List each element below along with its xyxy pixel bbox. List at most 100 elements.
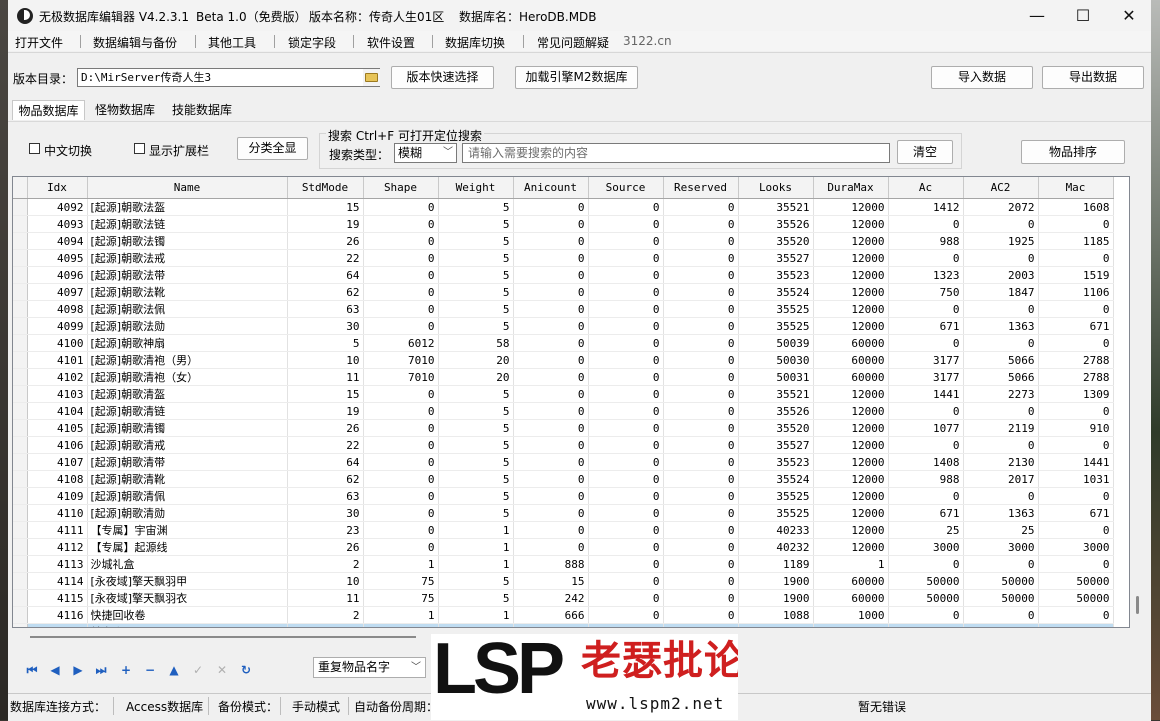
- table-cell-weight[interactable]: 5: [438, 215, 514, 233]
- tab-monsters-db[interactable]: 怪物数据库: [88, 100, 162, 120]
- show-ext-checkbox[interactable]: [134, 143, 145, 154]
- table-row[interactable]: 4098 [起源]朝歌法佩 63 0 5 0 0 0 35525 12000 0 0 0: [13, 300, 1114, 318]
- table-cell-mac[interactable]: 0: [1038, 436, 1114, 454]
- table-row[interactable]: 4116 快捷回收卷 2 1 1 666 0 0 1088 1000 0 0 0: [13, 606, 1114, 624]
- table-cell-looks[interactable]: 1088: [738, 606, 814, 624]
- table-cell-shape[interactable]: 0: [363, 538, 439, 556]
- minimize-button[interactable]: —: [1014, 0, 1060, 31]
- table-row[interactable]: 4094 [起源]朝歌法镯 26 0 5 0 0 0 35520 12000 988 1925 1185: [13, 232, 1114, 250]
- table-row[interactable]: 4099 [起源]朝歌法勋 30 0 5 0 0 0 35525 12000 671 1363 671: [13, 317, 1114, 335]
- row-indicator[interactable]: [13, 555, 28, 573]
- table-cell-stdmode[interactable]: 30: [287, 504, 364, 522]
- table-cell-weight[interactable]: 5: [438, 198, 514, 216]
- table-cell-looks[interactable]: 50031: [738, 368, 814, 386]
- table-cell-duramax[interactable]: 12000: [813, 232, 889, 250]
- table-cell-looks[interactable]: 50039: [738, 334, 814, 352]
- table-cell-idx[interactable]: 4095: [27, 249, 88, 267]
- table-cell-reserved[interactable]: 0: [663, 470, 739, 488]
- col-header-looks[interactable]: Looks: [738, 177, 814, 199]
- table-cell-reserved[interactable]: 0: [663, 351, 739, 369]
- table-cell-stdmode[interactable]: 11: [287, 368, 364, 386]
- table-cell-ac2[interactable]: 50000: [963, 589, 1039, 607]
- table-cell-ac[interactable]: 988: [888, 470, 964, 488]
- table-cell-looks[interactable]: 35525: [738, 504, 814, 522]
- table-cell-ac[interactable]: 50000: [888, 589, 964, 607]
- table-cell-source[interactable]: 0: [588, 300, 664, 318]
- row-indicator[interactable]: [13, 487, 28, 505]
- table-cell-shape[interactable]: 0: [363, 623, 439, 627]
- table-cell-idx[interactable]: 4094: [27, 232, 88, 250]
- table-cell-reserved[interactable]: 0: [663, 368, 739, 386]
- table-cell-name[interactable]: [起源]朝歌清盔: [87, 385, 288, 403]
- row-indicator[interactable]: [13, 368, 28, 386]
- table-cell-duramax[interactable]: 60000: [813, 351, 889, 369]
- table-cell-duramax[interactable]: 12000: [813, 504, 889, 522]
- table-cell-idx[interactable]: 4092: [27, 198, 88, 216]
- table-cell-name[interactable]: [起源]朝歌清勋: [87, 504, 288, 522]
- table-cell-ac2[interactable]: 5066: [963, 351, 1039, 369]
- table-cell-source[interactable]: 0: [588, 521, 664, 539]
- row-indicator[interactable]: [13, 606, 28, 624]
- table-cell-source[interactable]: 0: [588, 487, 664, 505]
- table-cell-mac[interactable]: 1309: [1038, 385, 1114, 403]
- table-cell-shape[interactable]: 0: [363, 436, 439, 454]
- refresh-record-icon[interactable]: ↻: [238, 662, 254, 678]
- table-cell-source[interactable]: 0: [588, 589, 664, 607]
- table-cell-looks[interactable]: 40232: [738, 538, 814, 556]
- table-cell-anicount[interactable]: 888: [513, 555, 589, 573]
- table-cell-name[interactable]: [起源]朝歌法盔: [87, 198, 288, 216]
- table-cell-mac[interactable]: 0: [1038, 623, 1114, 627]
- table-cell-duramax[interactable]: 10000: [813, 623, 889, 627]
- table-row[interactable]: 4114 [永夜域]擎天飘羽甲 10 75 5 15 0 0 1900 60000 50000 500…: [13, 572, 1114, 590]
- table-cell-idx[interactable]: 4099: [27, 317, 88, 335]
- table-cell-stdmode[interactable]: 15: [287, 198, 364, 216]
- table-cell-idx[interactable]: 4102: [27, 368, 88, 386]
- table-cell-reserved[interactable]: 0: [663, 283, 739, 301]
- table-cell-ac[interactable]: 0: [888, 623, 964, 627]
- menu-lock-fields[interactable]: 锁定字段: [288, 34, 336, 51]
- menu-data-edit-backup[interactable]: 数据编辑与备份: [93, 34, 177, 51]
- table-cell-weight[interactable]: 20: [438, 351, 514, 369]
- table-cell-weight[interactable]: 5: [438, 232, 514, 250]
- row-indicator[interactable]: [13, 266, 28, 284]
- table-cell-shape[interactable]: 0: [363, 402, 439, 420]
- table-cell-looks[interactable]: 1900: [738, 572, 814, 590]
- table-cell-anicount[interactable]: 0: [513, 436, 589, 454]
- last-record-icon[interactable]: ⏭: [93, 662, 109, 678]
- table-cell-idx[interactable]: 4114: [27, 572, 88, 590]
- table-cell-stdmode[interactable]: 64: [287, 266, 364, 284]
- table-cell-ac[interactable]: 671: [888, 317, 964, 335]
- table-cell-ac2[interactable]: 1363: [963, 317, 1039, 335]
- row-indicator[interactable]: [13, 470, 28, 488]
- table-cell-weight[interactable]: 1: [438, 538, 514, 556]
- table-cell-reserved[interactable]: 0: [663, 232, 739, 250]
- quick-select-button[interactable]: 版本快速选择: [391, 66, 494, 89]
- table-cell-weight[interactable]: 58: [438, 334, 514, 352]
- table-cell-looks[interactable]: 35524: [738, 283, 814, 301]
- col-header-ac2[interactable]: AC2: [963, 177, 1039, 199]
- table-cell-name[interactable]: [起源]朝歌法勋: [87, 317, 288, 335]
- table-cell-stdmode[interactable]: 62: [287, 470, 364, 488]
- table-cell-name[interactable]: [起源]朝歌清镯: [87, 419, 288, 437]
- table-cell-weight[interactable]: 5: [438, 436, 514, 454]
- table-cell-anicount[interactable]: 0: [513, 470, 589, 488]
- table-cell-stdmode[interactable]: 23: [287, 521, 364, 539]
- table-cell-idx[interactable]: 4101: [27, 351, 88, 369]
- table-cell-looks[interactable]: 35526: [738, 402, 814, 420]
- table-cell-reserved[interactable]: 0: [663, 504, 739, 522]
- table-cell-ac[interactable]: 1323: [888, 266, 964, 284]
- table-cell-weight[interactable]: 1: [438, 555, 514, 573]
- table-cell-idx[interactable]: 4108: [27, 470, 88, 488]
- table-cell-anicount[interactable]: 0: [513, 368, 589, 386]
- cancel-record-icon[interactable]: ✕: [214, 662, 230, 678]
- table-cell-name[interactable]: 首充会员: [87, 623, 288, 627]
- search-input[interactable]: 请输入需要搜索的内容: [462, 143, 890, 163]
- maximize-button[interactable]: ☐: [1060, 0, 1106, 31]
- table-cell-idx[interactable]: 4110: [27, 504, 88, 522]
- table-cell-shape[interactable]: 0: [363, 504, 439, 522]
- table-cell-reserved[interactable]: 0: [663, 215, 739, 233]
- table-cell-source[interactable]: 0: [588, 317, 664, 335]
- table-cell-weight[interactable]: 5: [438, 266, 514, 284]
- table-cell-ac2[interactable]: 3000: [963, 538, 1039, 556]
- table-cell-weight[interactable]: 5: [438, 249, 514, 267]
